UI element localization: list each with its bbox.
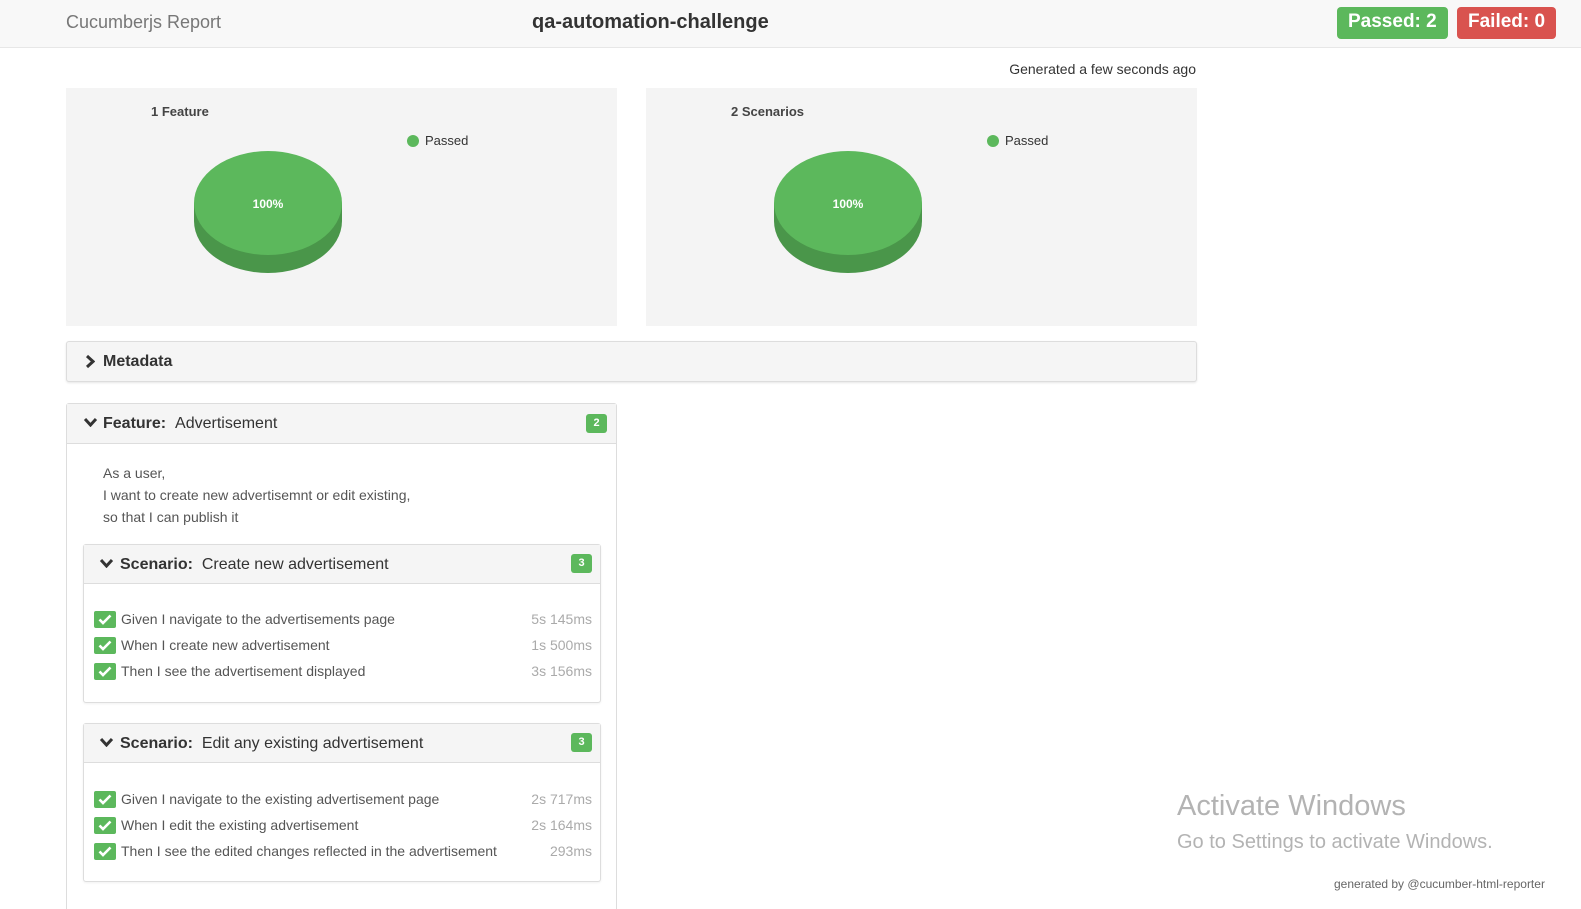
feature-name: Advertisement — [175, 415, 278, 432]
scenario-header[interactable]: Scenario: Edit any existing advertisemen… — [84, 724, 600, 763]
description-line: I want to create new advertisemnt or edi… — [103, 487, 411, 503]
legend-dot-icon — [407, 134, 419, 147]
navbar: Cucumberjs Report qa-automation-challeng… — [0, 0, 1581, 48]
chevron-right-icon — [85, 354, 95, 369]
brand-title[interactable]: Cucumberjs Report — [66, 12, 221, 33]
step-row: Then I see the edited changes reflected … — [94, 842, 592, 862]
activate-windows-watermark-title: Activate Windows — [1177, 790, 1406, 822]
step-duration: 3s 156ms — [531, 663, 592, 679]
features-pie-chart[interactable]: 100% — [193, 138, 349, 278]
check-icon — [94, 663, 116, 680]
chart-title: 2 Scenarios — [731, 104, 804, 119]
scenario-step-count-badge: 3 — [571, 554, 592, 573]
step-row: When I create new advertisement 1s 500ms — [94, 636, 592, 656]
step-row: Given I navigate to the existing adverti… — [94, 790, 592, 810]
scenario-keyword: Scenario: — [120, 556, 193, 573]
check-icon — [94, 611, 116, 628]
step-duration: 2s 164ms — [531, 817, 592, 833]
step-row: When I edit the existing advertisement 2… — [94, 816, 592, 836]
step-duration: 1s 500ms — [531, 637, 592, 653]
chevron-down-icon — [99, 558, 114, 568]
check-icon — [94, 637, 116, 654]
scenario-name: Create new advertisement — [201, 556, 389, 573]
chevron-down-icon — [99, 737, 114, 747]
passed-count-badge: Passed: 2 — [1337, 7, 1448, 39]
scenario-keyword: Scenario: — [120, 735, 193, 752]
generated-timestamp: Generated a few seconds ago — [1009, 61, 1196, 77]
description-line: As a user, — [103, 465, 166, 481]
chevron-down-icon — [83, 417, 98, 427]
description-line: so that I can publish it — [103, 509, 239, 525]
step-duration: 293ms — [549, 843, 592, 859]
failed-count-badge: Failed: 0 — [1457, 7, 1557, 39]
feature-title: Feature: Advertisement — [103, 415, 277, 433]
scenario-step-count-badge: 3 — [571, 733, 592, 752]
step-text: Given I navigate to the advertisements p… — [121, 611, 395, 627]
pie-slice-label: 100% — [833, 197, 864, 211]
feature-keyword: Feature: — [103, 415, 167, 432]
step-text: When I edit the existing advertisement — [121, 817, 359, 833]
step-text: Given I navigate to the existing adverti… — [121, 791, 440, 807]
step-row: Then I see the advertisement displayed 3… — [94, 662, 592, 682]
scenario-panel: Scenario: Edit any existing advertisemen… — [83, 723, 601, 882]
scenario-title: Scenario: Edit any existing advertisemen… — [120, 735, 423, 753]
metadata-panel-toggle[interactable]: Metadata — [66, 341, 1197, 382]
chart-legend-passed[interactable]: Passed — [987, 133, 1048, 148]
check-icon — [94, 817, 116, 834]
step-text: Then I see the advertisement displayed — [121, 663, 366, 679]
scenario-name: Edit any existing advertisement — [201, 735, 424, 752]
feature-header[interactable]: Feature: Advertisement 2 — [67, 404, 616, 444]
scenario-header[interactable]: Scenario: Create new advertisement 3 — [84, 545, 600, 584]
step-duration: 5s 145ms — [531, 611, 592, 627]
feature-description: As a user, I want to create new advertis… — [103, 462, 410, 528]
feature-panel: Feature: Advertisement 2 As a user, I wa… — [66, 403, 617, 909]
scenarios-chart-panel: 2 Scenarios Passed 100% — [646, 88, 1197, 326]
step-row: Given I navigate to the advertisements p… — [94, 610, 592, 630]
scenarios-pie-chart[interactable]: 100% — [773, 138, 929, 278]
metadata-label: Metadata — [103, 353, 173, 370]
step-duration: 2s 717ms — [531, 791, 592, 807]
chart-title: 1 Feature — [151, 104, 209, 119]
scenario-title: Scenario: Create new advertisement — [120, 556, 389, 574]
pie-slice-label: 100% — [253, 197, 284, 211]
check-icon — [94, 791, 116, 808]
check-icon — [94, 843, 116, 860]
footer-credit: generated by @cucumber-html-reporter — [1334, 877, 1545, 891]
scenario-panel: Scenario: Create new advertisement 3 Giv… — [83, 544, 601, 703]
legend-label: Passed — [1005, 133, 1049, 148]
step-text: When I create new advertisement — [121, 637, 330, 653]
project-title: qa-automation-challenge — [532, 11, 769, 33]
legend-dot-icon — [987, 134, 999, 147]
activate-windows-watermark-subtitle: Go to Settings to activate Windows. — [1177, 831, 1493, 853]
step-text: Then I see the edited changes reflected … — [121, 843, 497, 859]
chart-legend-passed[interactable]: Passed — [407, 133, 468, 148]
legend-label: Passed — [425, 133, 469, 148]
feature-scenario-count-badge: 2 — [586, 414, 607, 433]
features-chart-panel: 1 Feature Passed 100% — [66, 88, 617, 326]
